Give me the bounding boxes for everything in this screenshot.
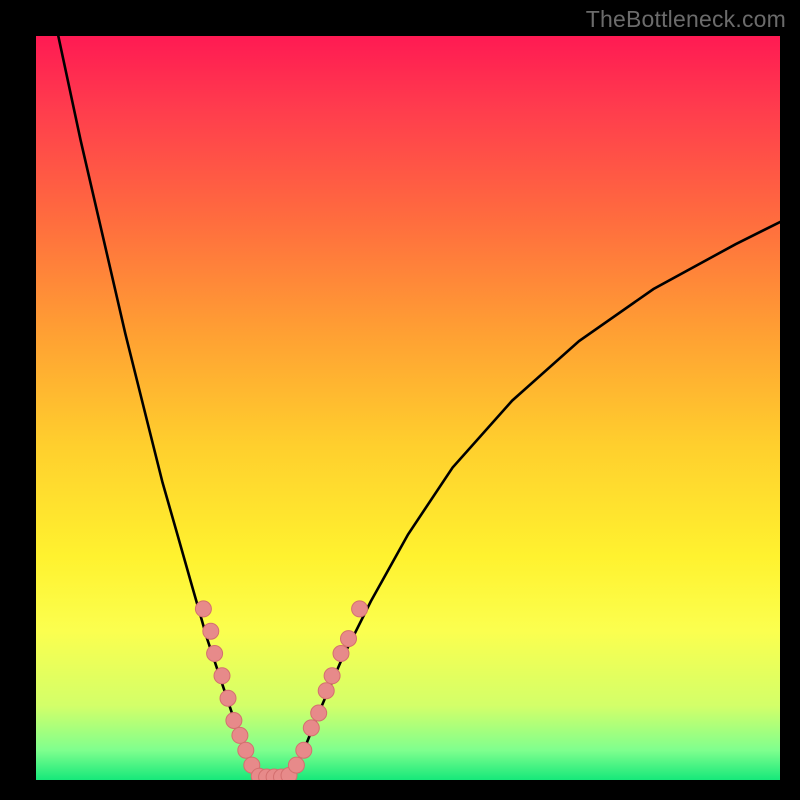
- data-point-marker: [220, 690, 236, 706]
- data-point-marker: [318, 683, 334, 699]
- data-point-marker: [341, 631, 357, 647]
- curve-layer: [58, 36, 780, 780]
- data-point-marker: [296, 742, 312, 758]
- chart-svg: [36, 36, 780, 780]
- data-point-marker: [195, 601, 211, 617]
- data-point-marker: [352, 601, 368, 617]
- marker-layer: [195, 601, 367, 780]
- bottleneck-curve: [58, 36, 780, 780]
- watermark-text: TheBottleneck.com: [586, 6, 786, 33]
- data-point-marker: [232, 727, 248, 743]
- plot-area: [36, 36, 780, 780]
- chart-frame: TheBottleneck.com: [0, 0, 800, 800]
- data-point-marker: [203, 623, 219, 639]
- data-point-marker: [333, 646, 349, 662]
- data-point-marker: [303, 720, 319, 736]
- data-point-marker: [226, 713, 242, 729]
- data-point-marker: [214, 668, 230, 684]
- data-point-marker: [238, 742, 254, 758]
- data-point-marker: [288, 757, 304, 773]
- data-point-marker: [324, 668, 340, 684]
- data-point-marker: [311, 705, 327, 721]
- data-point-marker: [207, 646, 223, 662]
